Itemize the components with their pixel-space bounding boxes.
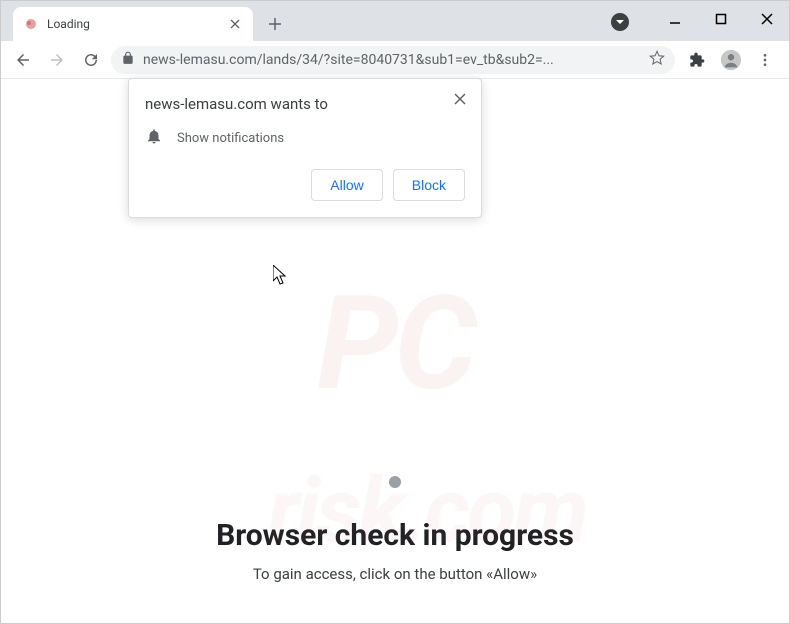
- minimize-button[interactable]: [661, 9, 689, 29]
- tab-close-button[interactable]: [227, 16, 243, 32]
- close-window-button[interactable]: [753, 9, 781, 29]
- lock-icon: [121, 51, 135, 69]
- forward-button[interactable]: [43, 46, 71, 74]
- toolbar: news-lemasu.com/lands/34/?site=8040731&s…: [1, 41, 789, 79]
- tab-favicon: [23, 16, 39, 32]
- extensions-icon[interactable]: [685, 48, 709, 72]
- reload-button[interactable]: [77, 46, 105, 74]
- permission-label: Show notifications: [177, 131, 284, 146]
- media-control-indicator[interactable]: [611, 13, 629, 31]
- profile-icon[interactable]: [719, 48, 743, 72]
- titlebar: Loading: [1, 1, 789, 41]
- block-button[interactable]: Block: [393, 169, 465, 201]
- toolbar-right: [681, 48, 781, 72]
- notification-permission-popup: news-lemasu.com wants to Show notificati…: [128, 78, 482, 218]
- popup-title: news-lemasu.com wants to: [145, 95, 465, 113]
- page-subtext: To gain access, click on the button «All…: [253, 565, 537, 583]
- back-button[interactable]: [9, 46, 37, 74]
- menu-icon[interactable]: [753, 48, 777, 72]
- new-tab-button[interactable]: [261, 10, 289, 38]
- bell-icon: [145, 127, 163, 149]
- tab-title: Loading: [47, 17, 219, 31]
- address-bar[interactable]: news-lemasu.com/lands/34/?site=8040731&s…: [111, 46, 675, 74]
- window-controls: [661, 9, 781, 29]
- loader-dot: [389, 476, 401, 488]
- page-heading: Browser check in progress: [216, 518, 574, 553]
- allow-button[interactable]: Allow: [311, 169, 382, 201]
- popup-actions: Allow Block: [145, 169, 465, 201]
- watermark: PC: [317, 267, 473, 420]
- star-icon[interactable]: [649, 50, 665, 70]
- popup-permission-row: Show notifications: [145, 127, 465, 149]
- popup-close-button[interactable]: [453, 91, 469, 107]
- url-text: news-lemasu.com/lands/34/?site=8040731&s…: [143, 52, 641, 68]
- maximize-button[interactable]: [707, 9, 735, 29]
- browser-tab[interactable]: Loading: [13, 7, 253, 41]
